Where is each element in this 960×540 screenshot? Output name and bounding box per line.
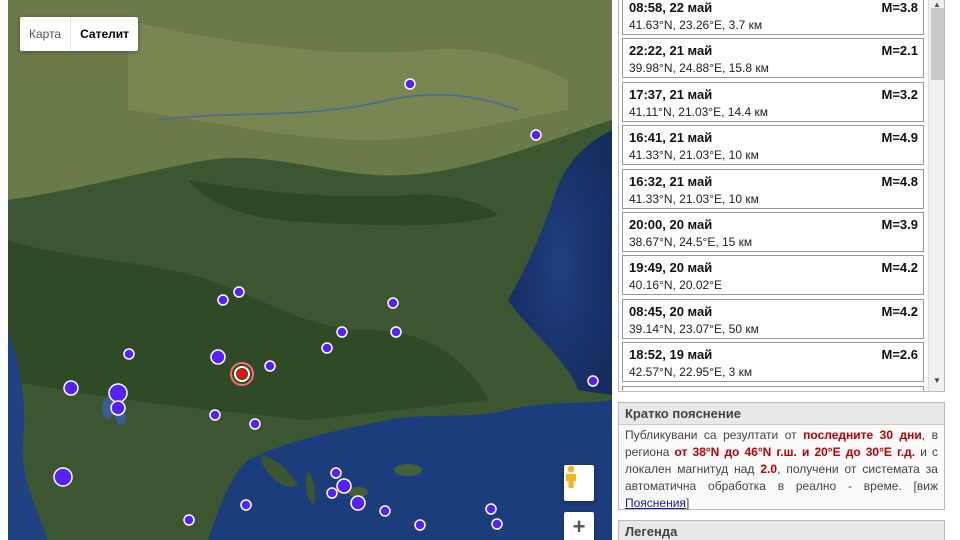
scroll-down-arrow-icon[interactable]: ▼	[929, 374, 944, 388]
earthquake-marker[interactable]	[336, 478, 352, 494]
quake-time: 22:22, 21 май	[629, 43, 713, 59]
quake-magnitude: M=3.0	[882, 391, 919, 392]
earthquake-marker[interactable]	[491, 518, 503, 530]
quake-coordinates: 41.11°N, 21.03°E, 14.4 км	[629, 104, 768, 119]
quake-magnitude: M=4.2	[881, 260, 919, 276]
quake-coordinates: 42.57°N, 22.95°E, 3 км	[629, 365, 753, 380]
earthquake-list-item[interactable]: 16:32, 21 май M=4.8 41.33°N, 21.03°E, 10 к…	[622, 168, 924, 209]
quake-magnitude: M=3.9	[881, 217, 919, 232]
quake-magnitude: M=3.2	[881, 86, 919, 102]
explanations-link[interactable]: Пояснения	[625, 496, 686, 510]
earthquake-marker[interactable]	[414, 519, 426, 531]
legend-title: Легенда	[619, 521, 944, 540]
quake-time: 16:08, 19 май	[629, 391, 712, 392]
selected-earthquake-marker[interactable]	[237, 369, 247, 379]
earthquake-marker[interactable]	[379, 505, 391, 517]
earthquake-marker[interactable]	[326, 487, 338, 499]
earthquake-marker[interactable]	[110, 400, 126, 416]
earthquake-marker[interactable]	[183, 514, 195, 526]
island	[394, 464, 422, 476]
legend-panel: Легенда	[618, 520, 945, 540]
earthquake-marker[interactable]	[217, 294, 229, 306]
quake-time: 16:41, 21 май	[629, 130, 713, 146]
quake-magnitude: M=2.1	[881, 43, 919, 59]
earthquake-marker[interactable]	[123, 348, 135, 360]
street-view-pegman[interactable]	[564, 465, 594, 501]
pegman-icon	[566, 465, 576, 488]
quake-time: 08:45, 20 май	[629, 303, 713, 319]
earthquake-marker[interactable]	[264, 360, 276, 372]
earthquake-marker[interactable]	[233, 286, 245, 298]
earthquake-marker[interactable]	[330, 467, 342, 479]
earthquake-list-item[interactable]: 18:52, 19 май M=2.6 42.57°N, 22.95°E, 3 км	[622, 342, 924, 383]
quake-coordinates: 41.33°N, 21.03°E, 10 км	[629, 148, 759, 163]
earthquake-list-item[interactable]: 19:49, 20 май M=4.2 40.16°N, 20.02°E	[622, 255, 924, 296]
earthquake-marker[interactable]	[209, 409, 221, 421]
satellite-map[interactable]: Карта Сателит +	[8, 0, 612, 540]
earthquake-marker[interactable]	[530, 129, 542, 141]
scroll-thumb[interactable]	[931, 8, 944, 80]
quake-magnitude: M=4.8	[881, 173, 919, 189]
earthquake-marker[interactable]	[404, 78, 416, 90]
earthquake-marker[interactable]	[108, 383, 128, 403]
earthquake-list-item[interactable]: 20:00, 20 май M=3.9 38.67°N, 24.5°E, 15 км	[622, 212, 924, 252]
quake-magnitude: M=2.6	[881, 347, 919, 363]
earthquake-list-item[interactable]: 17:37, 21 май M=3.2 41.11°N, 21.03°E, 14.4…	[622, 81, 924, 122]
earthquake-marker[interactable]	[390, 326, 402, 338]
map-type-control: Карта Сателит	[20, 17, 139, 51]
earthquake-marker[interactable]	[336, 326, 348, 338]
quake-time: 19:49, 20 май	[629, 260, 713, 276]
page: Карта Сателит + 08:58, 22 май M=3.8 41.63°…	[0, 0, 960, 540]
earthquake-marker[interactable]	[350, 495, 366, 511]
list-scrollbar[interactable]: ▲ ▼	[928, 0, 944, 391]
earthquake-list-item[interactable]: 08:58, 22 май M=3.8 41.63°N, 23.26°E, 3.7 …	[622, 0, 924, 35]
earthquake-marker[interactable]	[485, 503, 497, 515]
earthquake-marker[interactable]	[53, 467, 73, 487]
earthquake-marker[interactable]	[63, 380, 79, 396]
map-type-map-button[interactable]: Карта	[20, 17, 70, 51]
earthquake-marker[interactable]	[240, 499, 252, 511]
quake-time: 16:32, 21 май	[629, 173, 713, 189]
earthquake-marker[interactable]	[249, 418, 261, 430]
earthquake-list[interactable]: 08:58, 22 май M=3.8 41.63°N, 23.26°E, 3.7 …	[618, 0, 945, 392]
earthquake-list-item[interactable]: 16:41, 21 май M=4.9 41.33°N, 21.03°E, 10 к…	[622, 125, 924, 166]
quake-time: 17:37, 21 май	[629, 86, 713, 102]
earthquake-marker[interactable]	[387, 297, 399, 309]
explanation-text: Публикувани са резултати от последните 3…	[625, 428, 938, 510]
earthquake-marker[interactable]	[321, 342, 333, 354]
zoom-in-button[interactable]: +	[564, 512, 594, 540]
earthquake-marker[interactable]	[210, 349, 226, 365]
explanation-title: Кратко пояснение	[619, 403, 944, 425]
quake-magnitude: M=4.9	[881, 130, 919, 146]
quake-coordinates: 38.67°N, 24.5°E, 15 км	[629, 235, 753, 249]
quake-time: 08:58, 22 май	[629, 0, 713, 15]
earthquake-marker[interactable]	[587, 375, 599, 387]
earthquake-list-item[interactable]: 16:08, 19 май M=3.0	[622, 385, 924, 392]
explanation-panel: Кратко пояснение Публикувани са резултат…	[618, 402, 945, 510]
quake-coordinates: 39.14°N, 23.07°E, 50 км	[629, 321, 759, 336]
quake-time: 18:52, 19 май	[629, 347, 713, 363]
map-canvas[interactable]	[8, 0, 612, 540]
quake-magnitude: M=4.2	[881, 303, 919, 319]
quake-coordinates: 39.98°N, 24.88°E, 15.8 км	[629, 61, 769, 76]
earthquake-list-item[interactable]: 22:22, 21 май M=2.1 39.98°N, 24.88°E, 15.8…	[622, 38, 924, 79]
quake-coordinates: 41.33°N, 21.03°E, 10 км	[629, 191, 759, 206]
earthquake-list-item[interactable]: 08:45, 20 май M=4.2 39.14°N, 23.07°E, 50 к…	[622, 298, 924, 339]
quake-magnitude: M=3.8	[881, 0, 919, 15]
map-type-satellite-button[interactable]: Сателит	[70, 17, 138, 51]
quake-coordinates: 40.16°N, 20.02°E	[629, 278, 722, 293]
quake-coordinates: 41.63°N, 23.26°E, 3.7 км	[629, 18, 763, 32]
quake-time: 20:00, 20 май	[629, 217, 713, 232]
